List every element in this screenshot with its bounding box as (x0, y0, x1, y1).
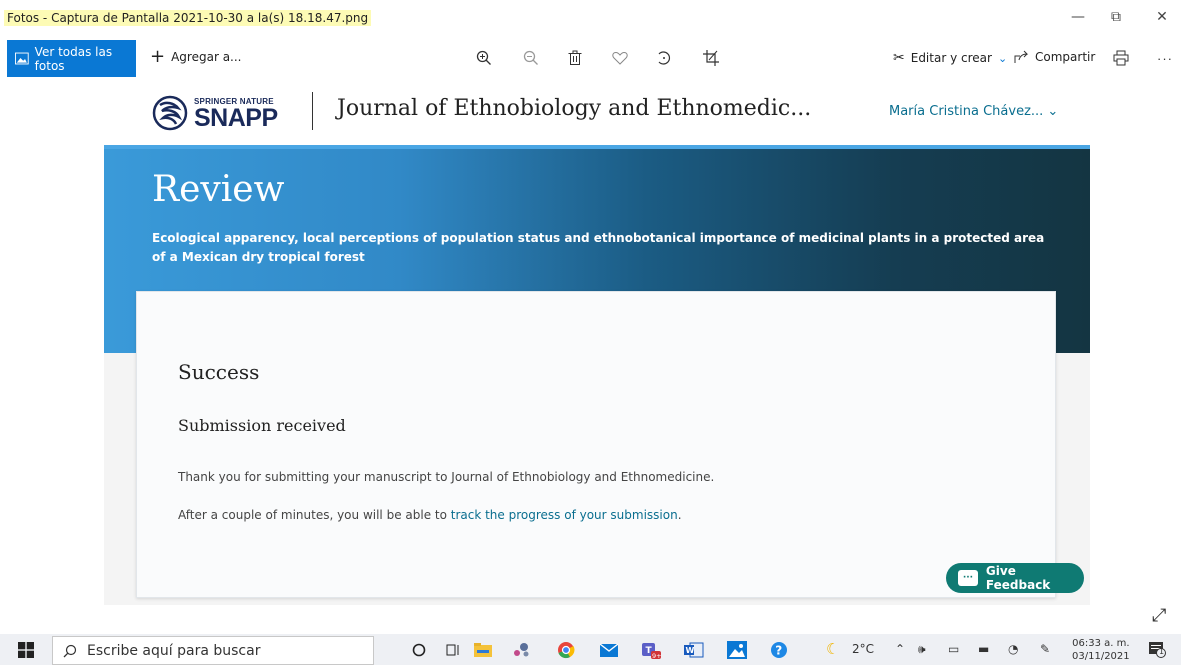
svg-text:9+: 9+ (652, 652, 661, 660)
windows-start-icon[interactable] (18, 642, 34, 658)
teams-icon[interactable]: T 9+ (640, 639, 662, 661)
site-header: SPRINGER NATURE SNAPP Journal of Ethnobi… (104, 80, 1090, 145)
chat-bubble-icon: ··· (958, 570, 978, 586)
add-to-button[interactable]: + Agregar a... (150, 46, 242, 67)
windows-taskbar: Escribe aquí para buscar T 9+ W ? ☾ 2°C ⌃… (0, 634, 1181, 665)
success-heading: Success (178, 360, 260, 384)
progress-prefix: After a couple of minutes, you will be a… (178, 508, 451, 522)
restore-button[interactable]: ⧉ (1106, 9, 1126, 25)
battery-icon[interactable]: ▬ (978, 642, 989, 656)
chrome-icon[interactable] (555, 639, 577, 661)
hero-accent-line (104, 145, 1090, 149)
search-placeholder: Escribe aquí para buscar (87, 642, 261, 659)
cortana-icon[interactable] (408, 639, 430, 661)
share-button[interactable]: Compartir (1014, 50, 1095, 64)
track-progress-link[interactable]: track the progress of your submission (451, 508, 678, 522)
word-icon[interactable]: W (683, 639, 705, 661)
pen-icon[interactable]: ✎ (1040, 642, 1050, 656)
journal-title: Journal of Ethnobiology and Ethnomedic..… (337, 96, 812, 121)
taskbar-clock[interactable]: 06:33 a. m. 03/11/2021 (1072, 637, 1130, 663)
clock-time: 06:33 a. m. (1072, 638, 1130, 649)
taskbar-search-input[interactable]: Escribe aquí para buscar (52, 636, 374, 665)
search-icon (63, 644, 77, 657)
svg-text:W: W (686, 646, 695, 655)
weather-temperature[interactable]: 2°C (852, 642, 874, 656)
photos-app-icon[interactable] (726, 639, 748, 661)
image-viewer-canvas: SPRINGER NATURE SNAPP Journal of Ethnobi… (104, 80, 1090, 605)
progress-message: After a couple of minutes, you will be a… (178, 508, 682, 522)
meet-now-icon[interactable]: ▭ (948, 642, 959, 656)
print-icon[interactable] (1111, 48, 1131, 68)
volume-icon[interactable]: 🕪 (918, 642, 926, 657)
crop-icon[interactable] (701, 48, 721, 68)
edit-create-label: Editar y crear (910, 51, 992, 65)
close-button[interactable]: ✕ (1152, 9, 1172, 25)
chevron-down-icon: ⌄ (997, 51, 1008, 65)
notification-count: 1 (1159, 647, 1165, 656)
photos-toolbar: Ver todas las fotos + Agregar a... ✂ Edi… (0, 40, 1181, 78)
user-menu[interactable]: María Cristina Chávez... ⌄ (889, 104, 1058, 119)
article-type-heading: Review (152, 169, 285, 210)
zoom-in-icon[interactable] (474, 48, 494, 68)
share-icon (1014, 50, 1029, 63)
rotate-icon[interactable] (654, 48, 674, 68)
task-view-icon[interactable] (442, 639, 464, 661)
mail-icon[interactable] (598, 639, 620, 661)
manuscript-title: Ecological apparency, local perceptions … (152, 231, 1045, 264)
scissors-icon: ✂ (893, 50, 905, 66)
window-titlebar: Fotos - Captura de Pantalla 2021-10-30 a… (0, 0, 1181, 37)
more-icon[interactable]: ··· (1155, 48, 1175, 68)
notification-icon[interactable]: 1 (1148, 640, 1166, 661)
window-title: Fotos - Captura de Pantalla 2021-10-30 a… (4, 10, 372, 26)
chevron-up-icon[interactable]: ⌃ (895, 642, 905, 656)
svg-text:?: ? (775, 644, 782, 658)
weather-moon-icon[interactable]: ☾ (826, 640, 839, 658)
thank-you-message: Thank you for submitting your manuscript… (178, 470, 715, 484)
heart-icon[interactable] (610, 48, 630, 68)
success-card: Success Submission received Thank you fo… (136, 291, 1056, 598)
clock-date: 03/11/2021 (1072, 651, 1130, 662)
all-photos-button[interactable]: Ver todas las fotos (7, 40, 136, 77)
snapp-logo[interactable]: SPRINGER NATURE SNAPP (152, 93, 278, 133)
progress-suffix: . (677, 508, 682, 522)
give-feedback-button[interactable]: ··· Give Feedback (946, 563, 1084, 593)
all-photos-label: Ver todas las fotos (34, 44, 113, 73)
expand-icon[interactable]: ⤢ (1152, 605, 1166, 626)
edit-create-button[interactable]: ✂ Editar y crear ⌄ (893, 50, 1007, 66)
plus-icon: + (150, 46, 166, 67)
help-icon[interactable]: ? (768, 639, 790, 661)
zoom-out-icon[interactable] (521, 48, 541, 68)
header-divider (312, 92, 313, 130)
logo-product-text: SNAPP (194, 103, 278, 132)
snipping-tool-icon[interactable] (510, 639, 532, 661)
add-to-label: Agregar a... (171, 50, 242, 64)
minimize-button[interactable]: — (1068, 9, 1088, 25)
wifi-icon[interactable]: ◔ (1008, 642, 1018, 656)
delete-icon[interactable] (565, 48, 585, 68)
submission-heading: Submission received (178, 416, 346, 435)
file-explorer-icon[interactable] (472, 639, 494, 661)
springer-nature-logo-icon (152, 95, 188, 131)
give-feedback-label: Give Feedback (985, 564, 1051, 592)
photo-icon (15, 52, 29, 65)
share-label: Compartir (1035, 50, 1096, 64)
